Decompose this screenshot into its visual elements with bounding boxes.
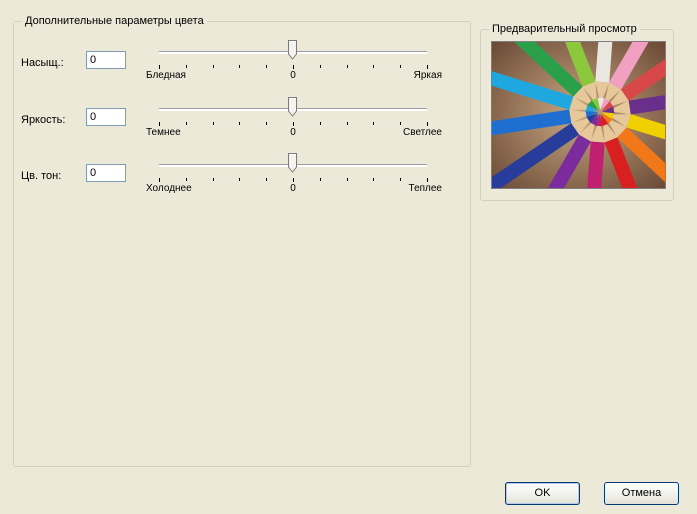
slider-tick — [266, 65, 268, 68]
slider-tick — [319, 122, 321, 125]
brightness-label: Яркость: — [21, 114, 66, 126]
saturation-mid-label: 0 — [290, 70, 296, 81]
hue-slider-thumb[interactable] — [288, 153, 297, 173]
saturation-input[interactable] — [86, 51, 126, 69]
slider-tick — [346, 178, 348, 181]
slider-tick — [373, 65, 375, 68]
slider-tick — [239, 122, 241, 125]
cancel-button[interactable]: Отмена — [604, 482, 679, 505]
brightness-slider[interactable]: Темнее 0 Светлее — [146, 97, 442, 138]
slider-tick — [427, 122, 428, 126]
brightness-mid-label: 0 — [290, 127, 296, 138]
color-options-group: Дополнительные параметры цвета — [13, 14, 471, 467]
slider-tick — [427, 178, 428, 182]
hue-slider[interactable]: Холоднее 0 Теплее — [146, 153, 442, 194]
brightness-input[interactable] — [86, 108, 126, 126]
slider-tick — [266, 122, 268, 125]
brightness-max-label: Светлее — [403, 127, 442, 138]
slider-tick — [159, 178, 160, 182]
slider-tick — [346, 122, 348, 125]
saturation-slider[interactable]: Бледная 0 Яркая — [146, 40, 442, 81]
slider-tick — [212, 65, 214, 68]
slider-tick — [212, 178, 214, 181]
slider-tick — [293, 178, 294, 182]
slider-tick — [212, 122, 214, 125]
slider-tick — [400, 178, 402, 181]
slider-tick — [185, 65, 187, 68]
hue-max-label: Теплее — [408, 183, 442, 194]
slider-tick — [373, 178, 375, 181]
slider-tick — [319, 65, 321, 68]
saturation-max-label: Яркая — [413, 70, 442, 81]
color-options-group-title: Дополнительные параметры цвета — [22, 14, 207, 28]
hue-label: Цв. тон: — [21, 170, 62, 182]
slider-tick — [319, 178, 321, 181]
saturation-label: Насыщ.: — [21, 57, 64, 69]
slider-tick — [400, 122, 402, 125]
slider-tick — [373, 122, 375, 125]
slider-tick — [185, 178, 187, 181]
slider-tick — [293, 65, 294, 69]
saturation-min-label: Бледная — [146, 70, 186, 81]
slider-tick — [159, 122, 160, 126]
hue-input[interactable] — [86, 164, 126, 182]
slider-tick — [239, 178, 241, 181]
saturation-slider-thumb[interactable] — [288, 40, 297, 60]
slider-tick — [400, 65, 402, 68]
preview-group-title: Предварительный просмотр — [489, 22, 640, 36]
brightness-slider-thumb[interactable] — [288, 97, 297, 117]
slider-tick — [293, 122, 294, 126]
ok-button[interactable]: OK — [505, 482, 580, 505]
slider-tick — [346, 65, 348, 68]
slider-tick — [427, 65, 428, 69]
slider-tick — [239, 65, 241, 68]
brightness-min-label: Темнее — [146, 127, 181, 138]
slider-tick — [185, 122, 187, 125]
slider-tick — [159, 65, 160, 69]
hue-min-label: Холоднее — [146, 183, 192, 194]
hue-mid-label: 0 — [290, 183, 296, 194]
colored-pencils-image — [491, 41, 666, 189]
slider-tick — [266, 178, 268, 181]
